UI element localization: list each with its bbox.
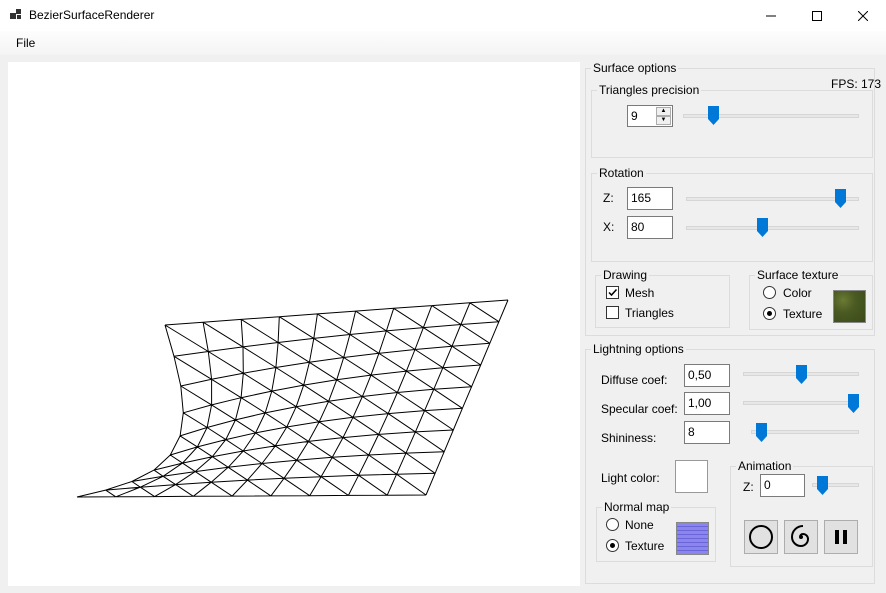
rotation-z-slider[interactable] (686, 197, 859, 201)
drawing-legend: Drawing (603, 268, 648, 282)
rotation-z-input[interactable]: 165 (627, 187, 673, 210)
minimize-icon (766, 15, 776, 16)
rotation-z-label: Z: (603, 191, 614, 205)
texture-color-label: Color (783, 286, 812, 300)
rotation-x-slider[interactable] (686, 226, 859, 230)
surface-texture-legend: Surface texture (757, 268, 839, 282)
shininess-input[interactable]: 8 (684, 421, 730, 444)
render-canvas[interactable] (8, 62, 580, 586)
texture-texture-radio[interactable] (763, 307, 776, 320)
pause-button[interactable] (824, 520, 858, 554)
circle-animation-button[interactable] (744, 520, 778, 554)
minimize-button[interactable] (748, 0, 794, 31)
normal-map-preview[interactable] (676, 522, 709, 555)
rotation-x-label: X: (603, 220, 615, 234)
window-title: BezierSurfaceRenderer (29, 8, 155, 22)
mesh-lines (76, 299, 509, 498)
maximize-icon (812, 10, 822, 21)
slider-thumb[interactable] (755, 423, 767, 442)
slider-thumb[interactable] (848, 394, 859, 413)
slider-thumb[interactable] (757, 218, 769, 237)
triangles-label: Triangles (625, 306, 674, 320)
spin-down-button[interactable]: ▼ (656, 116, 671, 125)
checkmark-icon (608, 288, 618, 297)
diffuse-label: Diffuse coef: (601, 373, 668, 387)
shininess-label: Shininess: (601, 431, 657, 445)
app-icon (10, 9, 21, 19)
light-color-label: Light color: (601, 471, 660, 485)
maximize-button[interactable] (794, 0, 840, 31)
normal-map-texture-radio[interactable] (606, 539, 619, 552)
diffuse-input[interactable]: 0,50 (684, 364, 730, 387)
menu-bar (0, 31, 886, 55)
spiral-animation-button[interactable] (784, 520, 818, 554)
pause-icon (835, 530, 847, 544)
slider-thumb[interactable] (835, 189, 847, 208)
specular-slider[interactable] (743, 401, 859, 405)
slider-thumb[interactable] (707, 106, 719, 125)
rotation-legend: Rotation (599, 166, 644, 180)
slider-thumb[interactable] (795, 365, 807, 384)
close-icon (858, 10, 868, 21)
specular-input[interactable]: 1,00 (684, 392, 730, 415)
bezier-mesh (76, 299, 509, 498)
texture-color-radio[interactable] (763, 286, 776, 299)
texture-texture-label: Texture (783, 307, 823, 321)
triangles-checkbox[interactable] (606, 306, 619, 319)
normal-map-texture-label: Texture (625, 539, 665, 553)
lighting-options-legend: Lightning options (593, 342, 684, 356)
normal-map-none-label: None (625, 518, 654, 532)
circle-icon (749, 525, 773, 549)
triangles-precision-legend: Triangles precision (599, 83, 700, 97)
animation-z-label: Z: (743, 480, 754, 494)
surface-texture-preview[interactable] (833, 290, 866, 323)
mesh-label: Mesh (625, 286, 655, 300)
menu-file[interactable]: File (16, 36, 35, 50)
animation-z-input[interactable]: 0 (760, 474, 805, 497)
close-button[interactable] (840, 0, 886, 31)
slider-thumb[interactable] (817, 476, 829, 495)
light-color-swatch[interactable] (675, 460, 708, 493)
shininess-slider[interactable] (751, 430, 859, 434)
spiral-icon (790, 525, 810, 548)
normal-map-none-radio[interactable] (606, 518, 619, 531)
mesh-checkbox[interactable] (606, 286, 619, 299)
specular-label: Specular coef: (601, 402, 678, 416)
animation-legend: Animation (738, 459, 792, 473)
triangles-precision-value: 9 (631, 109, 638, 123)
normal-map-legend: Normal map (604, 500, 670, 514)
triangles-precision-input[interactable]: 9 ▲ ▼ (627, 105, 673, 127)
spin-up-button[interactable]: ▲ (656, 107, 671, 116)
rotation-group: Rotation (591, 166, 873, 262)
surface-options-legend: Surface options (593, 61, 677, 75)
rotation-x-input[interactable]: 80 (627, 216, 673, 239)
